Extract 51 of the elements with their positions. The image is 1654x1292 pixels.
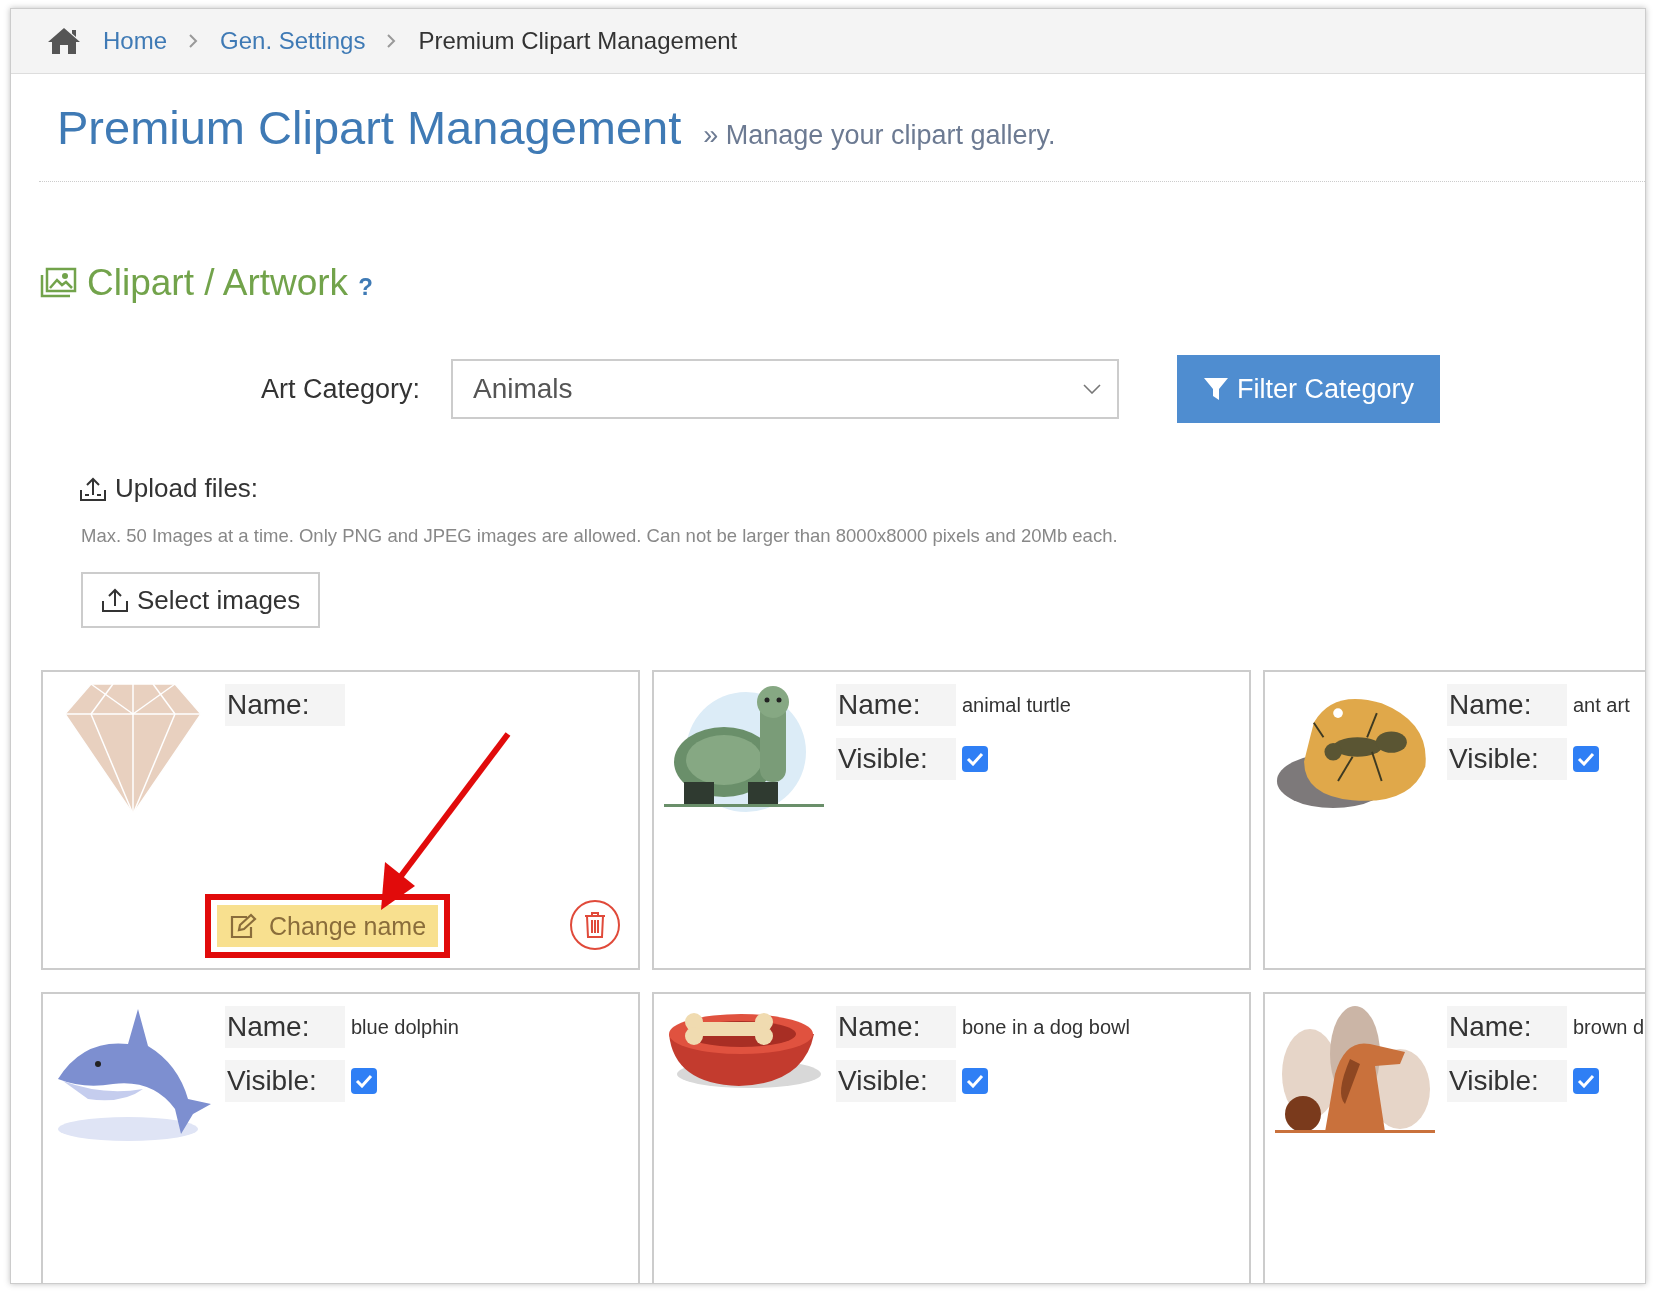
visible-checkbox[interactable] <box>962 746 988 772</box>
name-label: Name: <box>836 1006 956 1048</box>
help-link[interactable]: ? <box>358 273 373 301</box>
chevron-icon <box>387 34 397 48</box>
visible-checkbox[interactable] <box>1573 1068 1599 1094</box>
upload-icon <box>101 587 129 613</box>
visible-checkbox[interactable] <box>962 1068 988 1094</box>
checkmark-icon <box>966 752 984 766</box>
section-title: Clipart / Artwork <box>87 262 349 304</box>
upload-hint: Max. 50 Images at a time. Only PNG and JPEG images are allowed. Can not be larger than 8000x8000 pixels and 20Mb each. <box>81 525 1119 547</box>
clipart-name: blue dolphin <box>351 1015 459 1039</box>
home-icon[interactable] <box>47 27 81 55</box>
checkmark-icon <box>355 1074 373 1088</box>
clipart-name: animal turtle <box>962 693 1071 717</box>
delete-button[interactable] <box>570 900 620 950</box>
name-label: Name: <box>225 684 345 726</box>
change-name-button[interactable]: Change name <box>217 905 439 947</box>
visible-label: Visible: <box>836 738 956 780</box>
visible-label: Visible: <box>836 1060 956 1102</box>
name-label: Name: <box>1447 1006 1567 1048</box>
select-images-button[interactable]: Select images <box>81 572 321 628</box>
clipart-name: bone in a dog bowl <box>962 1015 1130 1039</box>
visible-label: Visible: <box>1447 1060 1567 1102</box>
filter-category-button[interactable]: Filter Category <box>1177 355 1441 423</box>
checkmark-icon <box>1577 1074 1595 1088</box>
visible-checkbox[interactable] <box>351 1068 377 1094</box>
caret-icon <box>1083 384 1101 394</box>
category-label: Art Category: <box>261 373 422 405</box>
name-label: Name: <box>836 684 956 726</box>
breadcrumb-link[interactable]: Gen. Settings <box>220 27 366 55</box>
page-subtitle: » Manage your clipart gallery. <box>703 120 1056 151</box>
visible-checkbox[interactable] <box>1573 746 1599 772</box>
visible-label: Visible: <box>225 1060 345 1102</box>
clipart-name: ant art <box>1573 693 1630 717</box>
name-label: Name: <box>1447 684 1567 726</box>
edit-icon <box>229 913 259 939</box>
upload-label: Upload files: <box>115 473 259 504</box>
clipart-name: brown d <box>1573 1015 1645 1039</box>
breadcrumb-link[interactable]: Home <box>103 27 168 55</box>
visible-label: Visible: <box>1447 738 1567 780</box>
images-icon <box>39 267 77 299</box>
checkmark-icon <box>966 1074 984 1088</box>
trash-icon <box>584 911 606 939</box>
category-select[interactable]: Animals <box>451 359 1119 419</box>
checkmark-icon <box>1577 752 1595 766</box>
name-label: Name: <box>225 1006 345 1048</box>
breadcrumb-current: Premium Clipart Management <box>418 27 738 55</box>
chevron-icon <box>189 34 199 48</box>
page-title: Premium Clipart Management <box>57 100 682 155</box>
upload-icon <box>79 475 107 502</box>
filter-icon <box>1203 376 1229 402</box>
